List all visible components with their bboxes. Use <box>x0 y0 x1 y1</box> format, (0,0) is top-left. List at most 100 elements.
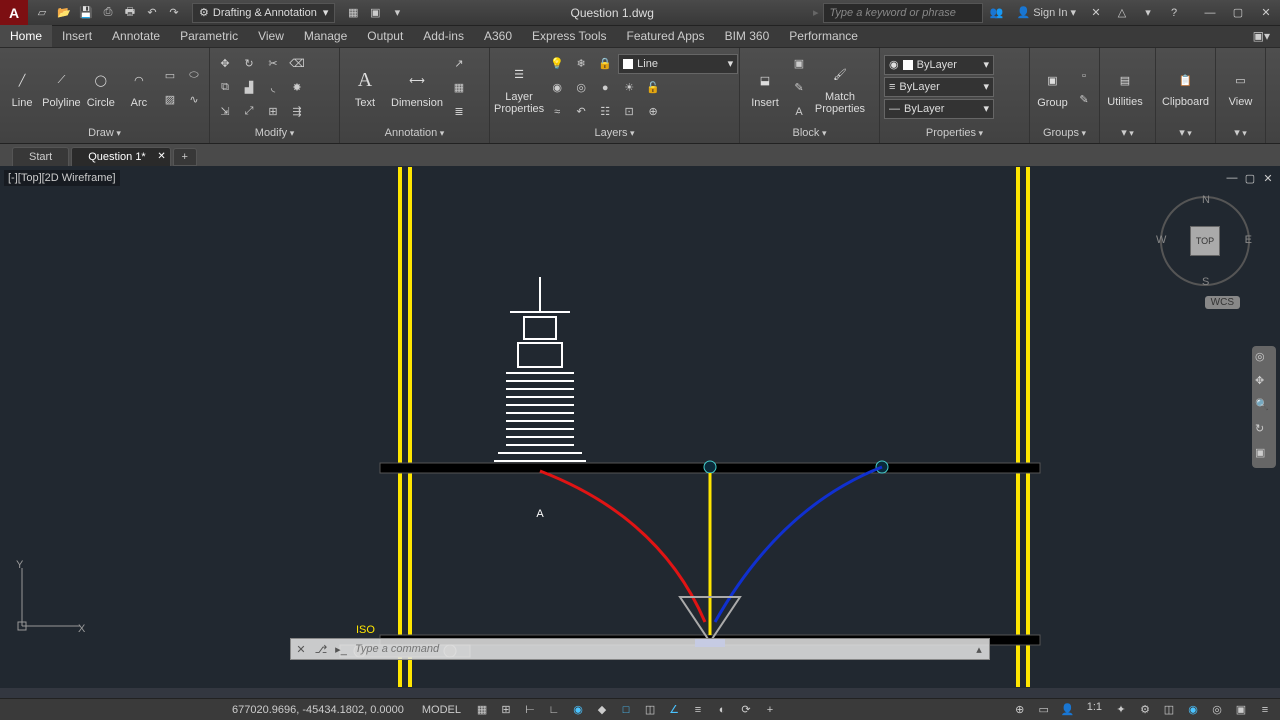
layer-bulb-icon[interactable]: 💡 <box>546 53 568 75</box>
dimension-button[interactable]: ⟷Dimension <box>388 54 446 122</box>
layer-unlock-icon[interactable]: 🔓 <box>642 77 664 99</box>
nav-orbit-icon[interactable]: ↻ <box>1255 422 1273 440</box>
mirror-icon[interactable]: ▟ <box>238 77 260 99</box>
panel-clipboard-title[interactable]: ▾ <box>1160 124 1211 141</box>
nav-showmotion-icon[interactable]: ▣ <box>1255 446 1273 464</box>
explode-icon[interactable]: ✸ <box>286 77 308 99</box>
viewport-label[interactable]: [-][Top][2D Wireframe] <box>4 170 120 186</box>
new-tab-button[interactable]: + <box>173 148 197 166</box>
drawing-canvas[interactable]: [-][Top][2D Wireframe] — ▢ ✕ <box>0 166 1280 688</box>
layer-properties-button[interactable]: ☰Layer Properties <box>494 54 544 122</box>
linetype-selector[interactable]: —ByLayer▾ <box>884 99 994 119</box>
minimize-button[interactable]: — <box>1196 3 1224 23</box>
group-edit-icon[interactable]: ✎ <box>1073 89 1095 111</box>
tab-output[interactable]: Output <box>357 25 413 47</box>
command-line[interactable]: ✕ ⎇ ▸_ ▴ <box>290 638 990 660</box>
sb-qp-icon[interactable]: ▭ <box>1033 701 1055 719</box>
exchange-icon[interactable]: ✕ <box>1086 3 1106 23</box>
status-space[interactable]: MODEL <box>416 704 467 716</box>
sb-infer-icon[interactable]: ⊢ <box>519 701 541 719</box>
sb-transparency-icon[interactable]: ◐ <box>711 701 733 719</box>
circle-button[interactable]: ◯Circle <box>83 54 119 122</box>
navigation-bar[interactable]: ◎ ✥ 🔍 ↻ ▣ <box>1252 346 1276 468</box>
layer-prev-icon[interactable]: ↶ <box>570 101 592 123</box>
sb-isodraft-icon[interactable]: ◆ <box>591 701 613 719</box>
sb-hardware-icon[interactable]: ◉ <box>1182 701 1204 719</box>
close-tab-icon[interactable]: ✕ <box>157 151 165 162</box>
wcs-badge[interactable]: WCS <box>1205 296 1240 309</box>
sb-polar-icon[interactable]: ◉ <box>567 701 589 719</box>
panel-block-title[interactable]: Block <box>744 125 875 141</box>
layer-merge-icon[interactable]: ⊕ <box>642 101 664 123</box>
create-block-icon[interactable]: ▣ <box>788 53 810 75</box>
move-icon[interactable]: ✥ <box>214 53 236 75</box>
qat-save-icon[interactable]: 💾 <box>76 3 96 23</box>
ellipse-icon[interactable]: ⬭ <box>183 65 205 87</box>
cmdline-close-icon[interactable]: ✕ <box>291 643 311 656</box>
erase-icon[interactable]: ⌫ <box>286 53 308 75</box>
tab-insert[interactable]: Insert <box>52 25 102 47</box>
text-button[interactable]: AText <box>344 54 386 122</box>
view-button[interactable]: ▭View <box>1220 53 1261 121</box>
sb-units-icon[interactable]: ◫ <box>1158 701 1180 719</box>
viewcube[interactable]: N S E W TOP <box>1160 196 1250 286</box>
command-input[interactable] <box>351 643 969 655</box>
infocenter-icon[interactable]: 👥 <box>987 3 1007 23</box>
sb-ortho-icon[interactable]: ∟ <box>543 701 565 719</box>
a360-icon[interactable]: △ <box>1112 3 1132 23</box>
tab-express[interactable]: Express Tools <box>522 25 616 47</box>
layer-walk-icon[interactable]: ☷ <box>594 101 616 123</box>
viewcube-top-face[interactable]: TOP <box>1190 226 1220 256</box>
attribute-icon[interactable]: A <box>788 101 810 123</box>
rectangle-icon[interactable]: ▭ <box>159 65 181 87</box>
panel-properties-title[interactable]: Properties <box>884 125 1025 141</box>
group-button[interactable]: ▣Group <box>1034 54 1071 122</box>
lineweight-selector[interactable]: ≡ByLayer▾ <box>884 77 994 97</box>
trim-icon[interactable]: ✂ <box>262 53 284 75</box>
nav-wheel-icon[interactable]: ◎ <box>1255 350 1273 368</box>
copy-icon[interactable]: ⧉ <box>214 77 236 99</box>
layer-iso-icon[interactable]: ◎ <box>570 77 592 99</box>
tab-performance[interactable]: Performance <box>779 25 868 47</box>
sb-lwt-icon[interactable]: ≡ <box>687 701 709 719</box>
tab-annotate[interactable]: Annotate <box>102 25 170 47</box>
offset-icon[interactable]: ⇶ <box>286 101 308 123</box>
vp-maximize-icon[interactable]: ▢ <box>1242 170 1258 186</box>
polyline-button[interactable]: ⟋Polyline <box>42 54 81 122</box>
sb-annomonitor-icon[interactable]: ⊕ <box>1009 701 1031 719</box>
stretch-icon[interactable]: ⇲ <box>214 101 236 123</box>
layer-thaw-icon[interactable]: ☀ <box>618 77 640 99</box>
sb-otrack-icon[interactable]: ∠ <box>663 701 685 719</box>
sb-isolate-icon[interactable]: ◎ <box>1206 701 1228 719</box>
layer-on-icon[interactable]: ● <box>594 77 616 99</box>
vp-minimize-icon[interactable]: — <box>1224 170 1240 186</box>
help-icon[interactable]: ? <box>1164 3 1184 23</box>
panel-annotation-title[interactable]: Annotation <box>344 125 485 141</box>
sb-annoscale-icon[interactable]: 👤 <box>1057 701 1079 719</box>
layer-selector[interactable]: Line ▾ <box>618 54 738 74</box>
tab-bim360[interactable]: BIM 360 <box>715 25 780 47</box>
sb-snap-icon[interactable]: ⊞ <box>495 701 517 719</box>
panel-draw-title[interactable]: Draw <box>4 125 205 141</box>
layer-lock-icon[interactable]: 🔒 <box>594 53 616 75</box>
file-tab-document[interactable]: Question 1*✕ <box>71 147 170 166</box>
edit-block-icon[interactable]: ✎ <box>788 77 810 99</box>
tab-parametric[interactable]: Parametric <box>170 25 248 47</box>
sb-customize-icon[interactable]: ≡ <box>1254 701 1276 719</box>
arc-button[interactable]: ◠Arc <box>121 54 157 122</box>
qat-extra1-icon[interactable]: ▦ <box>343 3 363 23</box>
status-scale[interactable]: 1:1 <box>1081 701 1108 719</box>
cmdline-recent-icon[interactable]: ▴ <box>969 643 989 656</box>
tab-home[interactable]: Home <box>0 25 52 47</box>
nav-zoom-icon[interactable]: 🔍 <box>1255 398 1273 416</box>
panel-modify-title[interactable]: Modify <box>214 125 335 141</box>
ungroup-icon[interactable]: ▫ <box>1073 65 1095 87</box>
options-dropdown-icon[interactable]: ▾ <box>1138 3 1158 23</box>
sb-dyn-icon[interactable]: + <box>759 701 781 719</box>
layer-off-icon[interactable]: ◉ <box>546 77 568 99</box>
ribbon-minimize-icon[interactable]: ▣▾ <box>1243 25 1280 47</box>
layer-state-icon[interactable]: ⊡ <box>618 101 640 123</box>
qat-open-icon[interactable]: 📂 <box>54 3 74 23</box>
layer-match-icon[interactable]: ≈ <box>546 101 568 123</box>
fillet-icon[interactable]: ◟ <box>262 77 284 99</box>
